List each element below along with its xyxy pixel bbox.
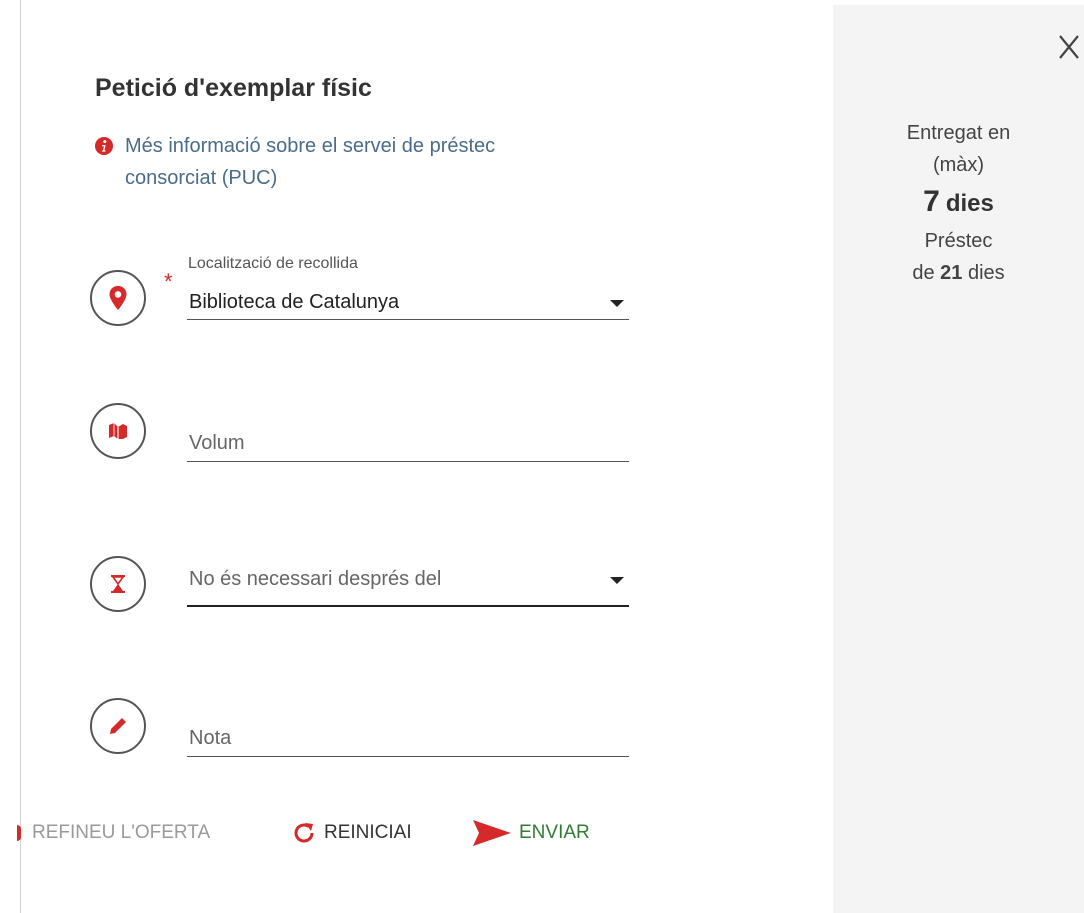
delivered-in-label: Entregat en [906,122,1011,144]
pencil-icon [110,718,126,734]
close-button[interactable] [1054,30,1082,66]
pickup-location-field[interactable]: * Localització de recollida Biblioteca d… [90,255,640,335]
close-icon[interactable] [1054,30,1082,66]
info-circle-icon [95,137,113,155]
loan-prefix: de [912,262,935,284]
puc-info-link[interactable]: Més informació sobre el servei de préste… [125,130,625,194]
loan-suffix: dies [967,262,1005,284]
action-bar: REFINEU L'OFERTA REINICIAI ENVIAR [0,815,640,855]
loan-days-number: 21 [940,262,963,284]
pickup-location-value[interactable]: Biblioteca de Catalunya [189,291,399,314]
location-icon-circle [90,270,146,326]
left-divider [20,0,21,913]
note-field[interactable]: Nota [90,695,640,775]
send-button[interactable]: ENVIAR [473,815,590,851]
delivery-info: Entregat en (màx) 7 dies Préstec de 21 di… [833,117,1084,289]
note-icon-circle [90,698,146,754]
books-icon [109,423,127,439]
not-needed-after-field[interactable]: No és necessari després del [90,553,640,633]
dialog-title: Petició d'exemplar físic [95,74,372,102]
delivery-days: 7 dies [833,185,1084,219]
date-icon-circle [90,556,146,612]
note-underline [187,756,629,757]
volume-underline [187,461,629,462]
map-marker-icon [109,286,127,310]
volume-field[interactable]: Volum [90,400,640,480]
refine-offer-button[interactable]: REFINEU L'OFERTA [17,815,210,851]
delivery-days-number: 7 [923,185,940,218]
info-link-line1: Més informació sobre el servei de préste… [125,135,496,157]
volume-icon-circle [90,403,146,459]
reset-label: REINICIAI [324,822,412,843]
paper-plane-icon [473,820,511,846]
refine-offer-label: REFINEU L'OFERTA [32,822,211,843]
pickup-location-label: Localització de recollida [188,255,358,272]
dropdown-caret-icon[interactable] [610,577,624,584]
hourglass-icon [111,575,125,593]
not-needed-after-select[interactable]: No és necessari després del [189,568,441,591]
loan-label: Préstec [924,230,993,252]
max-label: (màx) [932,154,985,176]
refresh-icon [294,823,314,843]
info-link-line2: consorciat (PUC) [125,167,278,189]
refine-marker-icon [17,825,21,841]
dropdown-caret-icon[interactable] [610,300,624,307]
loan-duration: de 21 dies [833,257,1084,289]
send-label: ENVIAR [519,822,590,843]
reset-button[interactable]: REINICIAI [292,815,412,851]
delivery-days-unit: dies [945,190,994,217]
pickup-location-underline [187,319,629,320]
note-input[interactable]: Nota [189,727,231,750]
volume-input[interactable]: Volum [189,432,245,455]
not-needed-after-underline [187,605,629,607]
required-asterisk: * [164,269,173,294]
